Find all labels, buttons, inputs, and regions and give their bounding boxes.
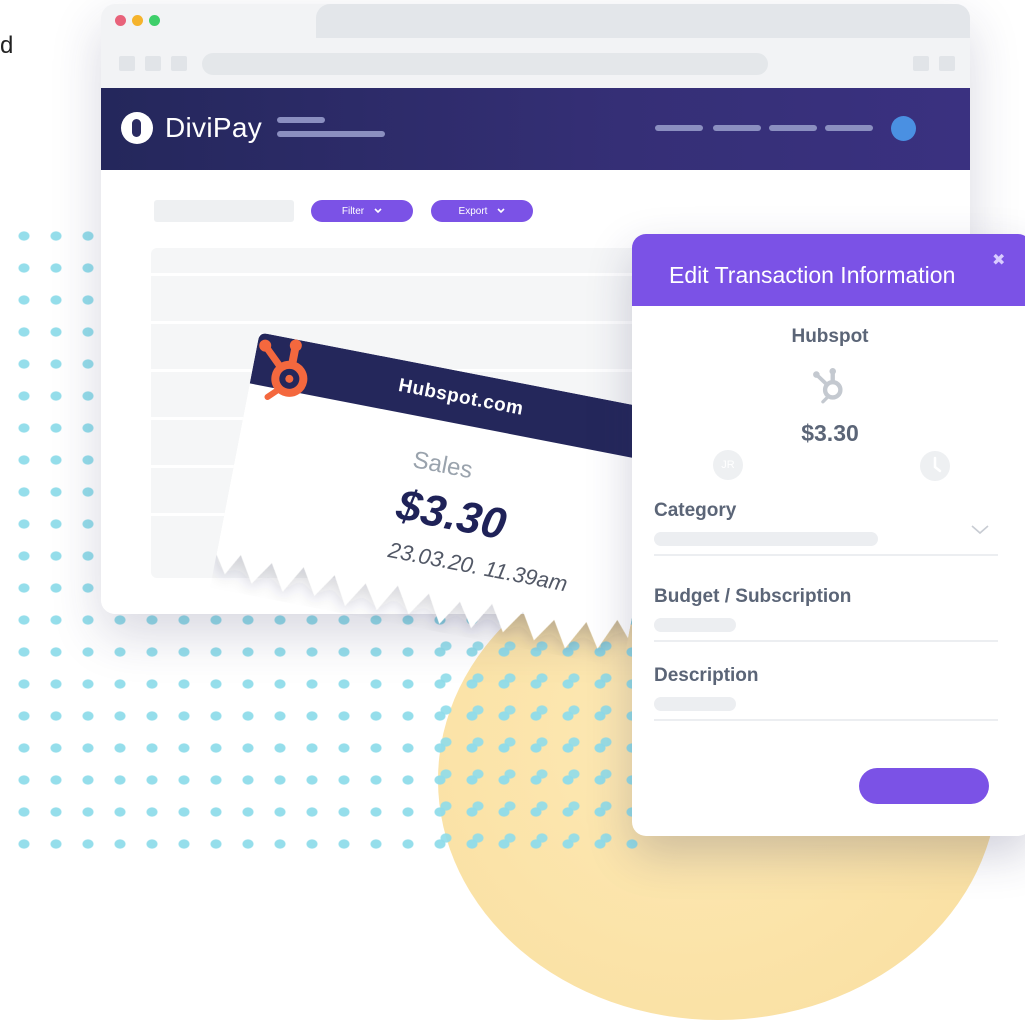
nav-link-placeholder[interactable] [769,125,817,131]
merchant-name: Hubspot [791,326,869,347]
table-row[interactable] [151,321,641,324]
filter-button[interactable]: Filter [311,200,413,222]
hubspot-sprocket-icon [259,339,308,400]
nav-link-placeholder[interactable] [713,125,761,131]
filter-button-label: Filter [341,205,365,217]
minimize-window-button[interactable] [132,15,143,26]
window-controls [115,15,160,26]
category-label: Category [654,500,737,521]
search-input[interactable] [154,200,294,222]
save-button[interactable] [859,768,989,804]
browser-tab-bar [101,4,970,38]
clock-icon[interactable] [919,450,951,482]
extension-button[interactable] [913,56,929,71]
back-button[interactable] [119,56,135,71]
menu-button[interactable] [939,56,955,71]
field-divider [654,719,998,721]
browser-toolbar [101,38,970,88]
brand-name: DiviPay [165,112,263,143]
export-button[interactable]: Export [431,200,533,222]
nav-link-placeholder[interactable] [655,125,703,131]
address-bar[interactable] [202,53,768,75]
cropped-text: d [0,32,14,59]
keyhole-logo-icon [121,112,153,144]
modal-title: Edit Transaction Information [669,262,956,288]
close-window-button[interactable] [115,15,126,26]
user-avatar[interactable] [891,116,916,141]
chevron-down-icon [497,208,506,214]
description-input[interactable] [654,697,736,711]
chevron-down-icon[interactable] [970,524,990,536]
budget-subscription-label: Budget / Subscription [654,586,852,607]
category-select[interactable] [654,532,878,546]
export-button-label: Export [458,205,488,217]
nav-menu-line [277,131,385,137]
table-row[interactable] [151,273,641,276]
transaction-amount: $3.30 [801,420,859,446]
chevron-down-icon [374,208,382,214]
browser-tab[interactable] [316,4,970,38]
budget-subscription-input[interactable] [654,618,736,632]
reload-button[interactable] [171,56,187,71]
user-avatar[interactable]: JR [713,450,743,480]
modal-header: Edit Transaction Information ✖ [632,234,1025,306]
app-navbar: DiviPay [101,88,970,170]
edit-transaction-modal: Edit Transaction Information ✖ Hubspot $… [632,234,1025,836]
nav-menu-line [277,117,325,123]
forward-button[interactable] [145,56,161,71]
maximize-window-button[interactable] [149,15,160,26]
decorative-dot-pattern-overlay [440,640,630,862]
avatar-initials: JR [721,459,735,471]
close-icon[interactable]: ✖ [992,250,1005,270]
description-label: Description [654,665,759,686]
hubspot-sprocket-icon [813,368,843,404]
nav-link-placeholder[interactable] [825,125,873,131]
field-divider [654,640,998,642]
field-divider [654,554,998,556]
